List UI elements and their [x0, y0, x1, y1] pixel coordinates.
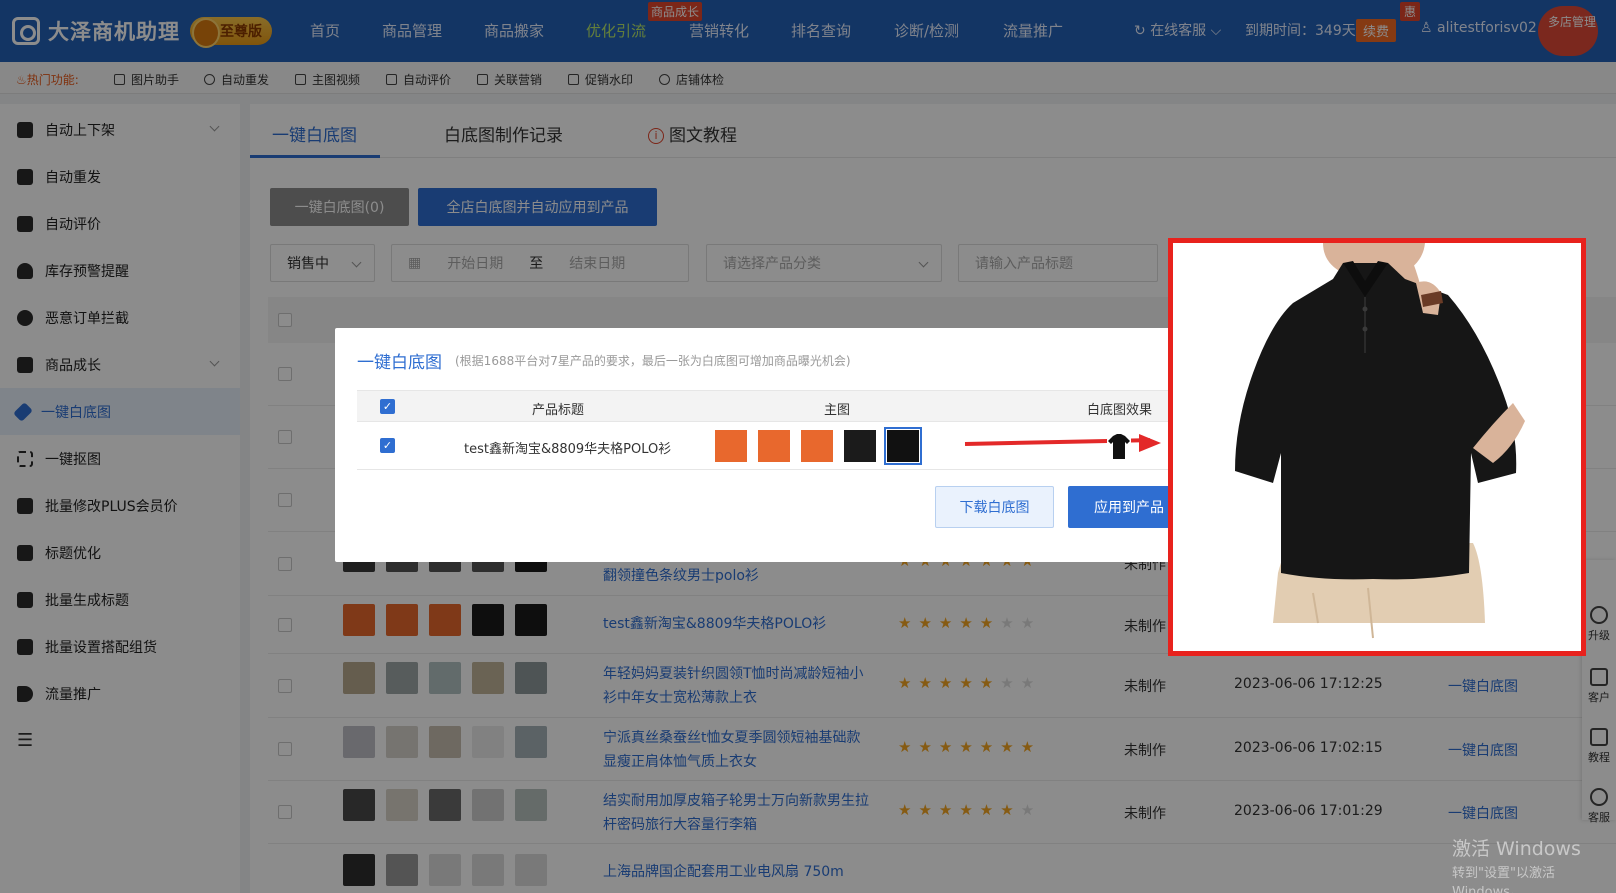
dialog-table-row: ✓ test鑫新淘宝&8809华夫格POLO衫 [357, 422, 1190, 470]
col-title: 产品标题 [532, 403, 585, 418]
col-effect: 白底图效果 [1087, 403, 1153, 418]
main-image-thumbnail[interactable] [715, 430, 747, 462]
dialog-title: 一键白底图 [357, 353, 442, 373]
download-white-bg-button[interactable]: 下载白底图 [935, 486, 1054, 528]
windows-activation-watermark: 激活 Windows [1452, 838, 1581, 860]
dialog-table-header: ✓ 产品标题 主图 白底图效果 [357, 390, 1190, 422]
main-image-thumbnail[interactable] [758, 430, 790, 462]
arrow-head-icon [1139, 434, 1161, 452]
white-bg-preview-highlight [1168, 238, 1586, 656]
white-bg-dialog: 一键白底图 (根据1688平台对7星产品的要求，最后一张为白底图可增加商品曝光机… [335, 328, 1190, 562]
dialog-select-all-checkbox[interactable]: ✓ [380, 399, 395, 414]
polo-shirt-image [1173, 243, 1581, 651]
main-image-thumbnail-selected[interactable] [884, 427, 922, 465]
tshirt-icon [1108, 434, 1130, 459]
main-image-thumbnail[interactable] [801, 430, 833, 462]
dialog-product-title: test鑫新淘宝&8809华夫格POLO衫 [464, 442, 672, 457]
main-image-thumbnail[interactable] [844, 430, 876, 462]
dialog-note: (根据1688平台对7星产品的要求，最后一张为白底图可增加商品曝光机会) [455, 354, 851, 368]
col-main-image: 主图 [824, 403, 851, 418]
dialog-row-checkbox[interactable]: ✓ [380, 438, 395, 453]
windows-activation-hint: 转到"设置"以激活 Windows。 [1452, 866, 1555, 893]
white-bg-result-thumbnail[interactable] [1107, 432, 1131, 460]
